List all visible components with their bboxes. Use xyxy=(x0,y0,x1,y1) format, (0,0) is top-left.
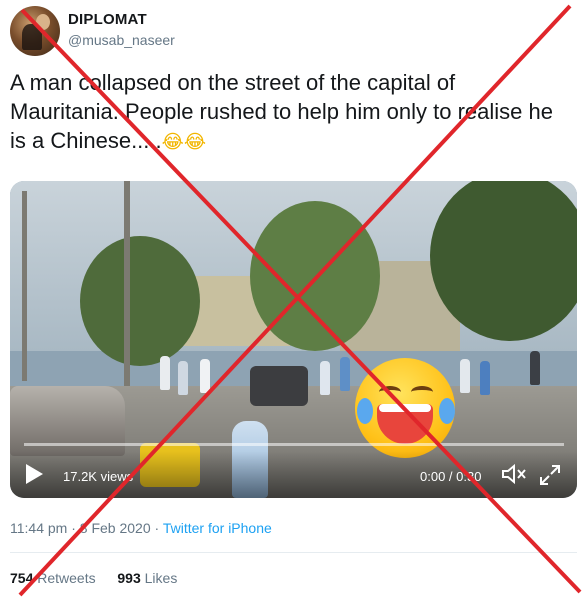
display-name[interactable]: DIPLOMAT xyxy=(68,11,147,28)
retweets-count: 754 xyxy=(10,570,34,586)
retweets-label: Retweets xyxy=(37,570,96,586)
tweet-date[interactable]: 8 Feb 2020 xyxy=(80,520,151,536)
volume-icon[interactable] xyxy=(500,463,528,485)
progress-bar[interactable] xyxy=(24,443,564,446)
tweet-stats: 754 Retweets 993 Likes xyxy=(10,570,177,586)
likes-label: Likes xyxy=(144,570,178,586)
tweet-source[interactable]: Twitter for iPhone xyxy=(163,520,272,536)
likes-count: 993 xyxy=(117,570,141,586)
view-count: 17.2K views xyxy=(63,469,134,484)
tweet-text: A man collapsed on the street of the cap… xyxy=(10,68,570,157)
user-handle[interactable]: @musab_naseer xyxy=(68,32,175,48)
video-player[interactable]: 17.2K views 0:00 / 0:30 xyxy=(10,181,577,498)
tweet-time[interactable]: 11:44 pm xyxy=(10,520,67,536)
divider xyxy=(10,552,577,553)
tweet-meta: 11:44 pm · 8 Feb 2020 · Twitter for iPho… xyxy=(10,520,272,536)
meta-separator: · xyxy=(67,520,80,536)
avatar[interactable] xyxy=(10,6,60,56)
video-time: 0:00 / 0:30 xyxy=(420,469,482,484)
laughing-emoji: 😂😂 xyxy=(161,131,207,153)
play-icon[interactable] xyxy=(26,464,43,484)
likes-stat[interactable]: 993 Likes xyxy=(117,570,177,586)
tweet-body: A man collapsed on the street of the cap… xyxy=(10,70,553,153)
meta-separator-2: · xyxy=(150,520,163,536)
retweets-stat[interactable]: 754 Retweets xyxy=(10,570,96,586)
fullscreen-icon[interactable] xyxy=(538,463,562,487)
